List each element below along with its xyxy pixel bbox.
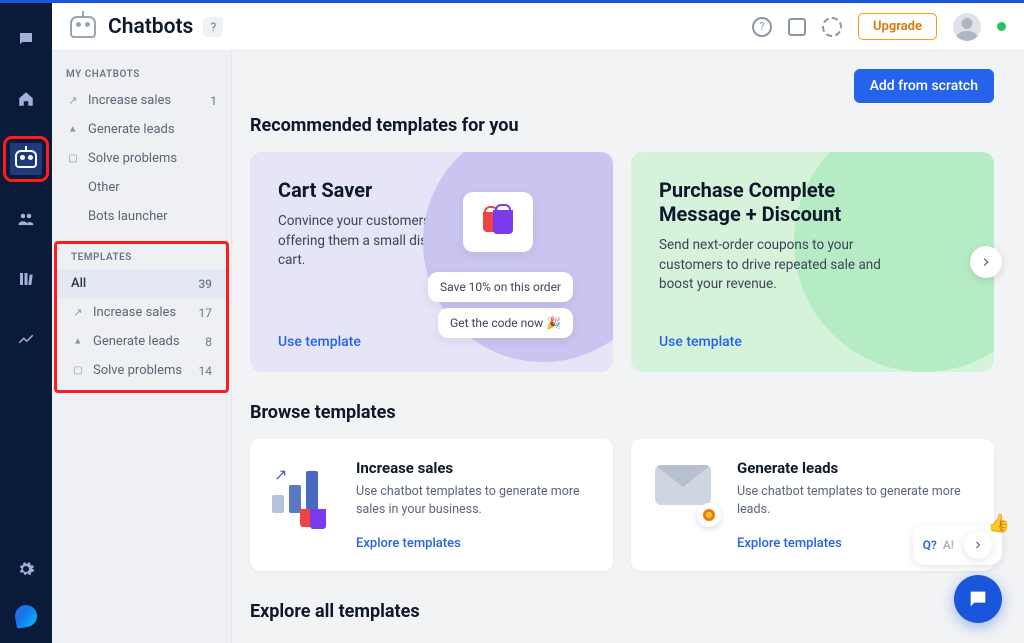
sidebar-item-label: Generate leads — [93, 334, 180, 349]
generate-leads-icon — [71, 335, 85, 349]
sidebar-item-label: Increase sales — [93, 305, 176, 320]
chat-launcher-button[interactable] — [954, 575, 1002, 623]
sidebar-template-increase-sales[interactable]: Increase sales 17 — [57, 298, 226, 327]
bot-icon — [15, 150, 37, 168]
increase-sales-illustration: ↗ — [272, 459, 338, 525]
info-icon[interactable]: ? — [752, 17, 772, 37]
sidebar-template-all[interactable]: All 39 — [57, 269, 226, 298]
status-online-dot — [997, 22, 1006, 31]
sidebar-my-bots-launcher[interactable]: Bots launcher — [52, 202, 231, 231]
explore-all-templates-heading: Explore all templates — [250, 601, 994, 622]
solve-problems-icon — [71, 364, 85, 378]
use-template-link[interactable]: Use template — [659, 334, 742, 350]
faq-a-label: A! — [943, 538, 954, 552]
template-card-cart-saver[interactable]: Cart Saver Convince your customers to bu… — [250, 152, 613, 372]
add-from-scratch-button[interactable]: Add from scratch — [854, 69, 994, 103]
card-title: Purchase Complete Message + Discount — [659, 178, 919, 226]
nav-people-icon[interactable] — [10, 203, 42, 235]
sidebar-section-my-chatbots: MY CHATBOTS — [52, 63, 231, 86]
help-icon[interactable]: ? — [203, 17, 223, 37]
recommended-templates-heading: Recommended templates for you — [250, 115, 994, 136]
card-description: Send next-order coupons to your customer… — [659, 236, 899, 295]
upgrade-button[interactable]: Upgrade — [858, 13, 937, 40]
promo-bubble: Get the code now 🎉 — [438, 308, 573, 338]
sidebar-item-count: 14 — [199, 364, 213, 378]
blank-icon — [66, 181, 80, 195]
explore-templates-link[interactable]: Explore templates — [356, 536, 461, 551]
blank-icon — [66, 210, 80, 224]
sidebar-my-other[interactable]: Other — [52, 173, 231, 202]
refresh-icon[interactable] — [822, 17, 842, 37]
sidebar-item-count: 8 — [205, 335, 212, 349]
browse-card-title: Generate leads — [737, 459, 967, 477]
sidebar-item-label: All — [71, 276, 86, 291]
browse-card-description: Use chatbot templates to generate more l… — [737, 483, 967, 518]
cards-icon[interactable] — [788, 18, 806, 36]
sidebar-item-label: Solve problems — [93, 363, 182, 378]
sidebar-item-count: 1 — [210, 94, 217, 108]
generate-leads-icon — [66, 123, 80, 137]
browse-card-increase-sales[interactable]: ↗ Increase sales Use chatbot templates t… — [250, 439, 613, 571]
card-illustration: Save 10% on this order Get the code now … — [383, 162, 603, 362]
increase-sales-icon — [71, 306, 85, 320]
brand-logo — [13, 603, 38, 628]
nav-chatbots-icon[interactable] — [10, 143, 42, 175]
avatar[interactable] — [953, 13, 981, 41]
sidebar-my-increase-sales[interactable]: Increase sales 1 — [52, 86, 231, 115]
template-card-purchase-complete[interactable]: Purchase Complete Message + Discount Sen… — [631, 152, 994, 372]
faq-q-label: Q? — [923, 538, 937, 552]
templates-highlight-box: TEMPLATES All 39 Increase sales 17 Gener… — [54, 241, 229, 393]
browse-templates-heading: Browse templates — [250, 402, 994, 423]
nav-library-icon[interactable] — [10, 263, 42, 295]
browse-card-description: Use chatbot templates to generate more s… — [356, 483, 586, 518]
solve-problems-icon — [66, 152, 80, 166]
sidebar-item-label: Solve problems — [88, 151, 177, 166]
sidebar-section-templates: TEMPLATES — [57, 244, 226, 269]
sidebar-template-solve-problems[interactable]: Solve problems 14 — [57, 356, 226, 390]
promo-bubble: Save 10% on this order — [428, 272, 573, 302]
sidebar-item-label: Other — [88, 180, 120, 195]
increase-sales-icon — [66, 94, 80, 108]
nav-settings-icon[interactable] — [10, 553, 42, 585]
thumbs-up-icon: 👍 — [988, 513, 1010, 534]
faq-expand-icon[interactable] — [964, 531, 992, 559]
nav-home-icon[interactable] — [10, 83, 42, 115]
faq-widget[interactable]: 👍 Q? A! — [913, 525, 1002, 565]
sidebar-template-generate-leads[interactable]: Generate leads 8 — [57, 327, 226, 356]
header-bot-icon — [70, 16, 96, 38]
carousel-next-button[interactable] — [970, 246, 1002, 278]
nav-analytics-icon[interactable] — [10, 323, 42, 355]
generate-leads-illustration — [653, 459, 719, 525]
browse-card-title: Increase sales — [356, 459, 586, 477]
sidebar-item-count: 39 — [198, 277, 212, 291]
sidebar-my-generate-leads[interactable]: Generate leads — [52, 115, 231, 144]
explore-templates-link[interactable]: Explore templates — [737, 536, 842, 551]
sidebar-item-label: Bots launcher — [88, 209, 168, 224]
sidebar-item-count: 17 — [199, 306, 213, 320]
page-title: Chatbots — [108, 15, 193, 39]
sidebar-my-solve-problems[interactable]: Solve problems — [52, 144, 231, 173]
sidebar-item-label: Increase sales — [88, 93, 171, 108]
sidebar-item-label: Generate leads — [88, 122, 175, 137]
use-template-link[interactable]: Use template — [278, 334, 361, 350]
nav-chat-icon[interactable] — [10, 23, 42, 55]
